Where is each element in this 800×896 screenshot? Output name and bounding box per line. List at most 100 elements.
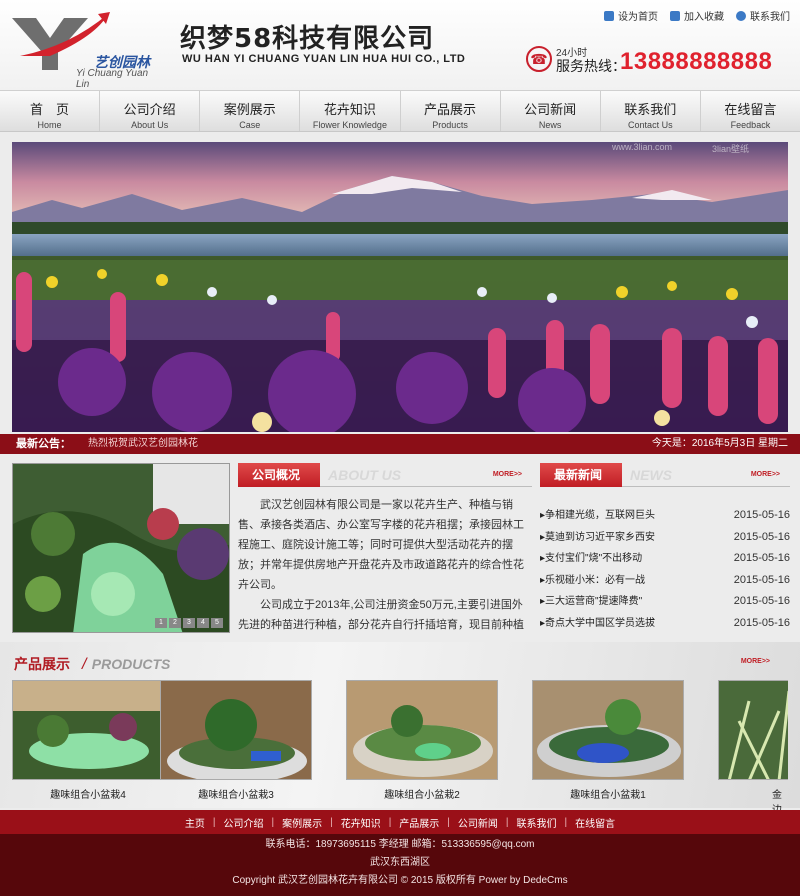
nav-label-en: Feedback [730,120,771,130]
nav-label-cn: 首 页 [30,102,70,117]
pager-dot[interactable]: 1 [155,618,167,628]
footer-copyright: Copyright 武汉艺创园林花卉有限公司 © 2015 版权所有 Power… [232,875,568,886]
nav-label-cn: 联系我们 [624,102,677,117]
nav-case[interactable]: 案例展示 Case [200,91,301,131]
home-icon [604,10,614,21]
nav-feedback[interactable]: 在线留言 Feedback [701,91,800,131]
news-item-date: 2015-05-16 [733,552,790,564]
nav-label-cn: 案例展示 [223,102,276,117]
product-name: 趣味组合小盆栽2 [384,790,460,801]
banner-watermark: 3lian壁纸 [712,144,750,154]
news-item[interactable]: ▸争相建光缆，互联网巨头 2015-05-16 [540,505,790,527]
products-ghost-title: PRODUCTS [91,656,171,672]
hotline-label: 服务热线： [556,58,626,74]
news-item-date: 2015-05-16 [733,616,790,629]
product-card[interactable]: 趣味组合小盆栽4 [12,680,164,801]
nav-label-en: Products [432,120,468,130]
feature-photo[interactable]: 1 2 3 4 5 [12,463,230,633]
products-more-link[interactable]: MORE>> [741,658,770,665]
footer-nav: 主页 | 公司介绍 | 案例展示 | 花卉知识 | 产品展示 | 公司新闻 | 联系我们 | … [0,810,800,834]
news-item-date: 2015-05-16 [733,595,790,607]
about-more-link[interactable]: MORE>> [493,471,522,478]
photo-pager: 1 2 3 4 5 [155,618,223,628]
about-paragraph: 公司成立于2013年,公司注册资金50万元,主要引进国外先进的种苗进行种植，部分… [238,599,524,631]
product-image [532,680,684,780]
news-title: 最新新闻 [540,463,622,487]
news-item[interactable]: ▸支付宝们"烧"不出移动 2015-05-16 [540,548,790,570]
product-card[interactable]: 趣味组合小盆栽1 [532,680,684,801]
nav-products[interactable]: 产品展示 Products [401,91,501,131]
product-card[interactable]: 趣味组合小盆栽3 [160,680,312,801]
footer-link-home[interactable]: 主页 [177,815,213,830]
news-more-link[interactable]: MORE>> [751,471,780,478]
top-links: 设为首页 加入收藏 联系我们 [604,8,790,23]
news-item-title: ▸支付宝们"烧"不出移动 [540,553,643,564]
nav-news[interactable]: 公司新闻 News [501,91,601,131]
news-header: 最新新闻 NEWS MORE>> [540,463,790,487]
about-title: 公司概况 [238,463,320,487]
product-name: 趣味组合小盆栽4 [50,790,126,801]
logo[interactable]: 艺创园林 Yi Chuang Yuan Lin [10,12,160,90]
about-section: 公司概况 ABOUT US MORE>> 武汉艺创园林有限公司是一家以花卉生产、… [238,463,532,633]
hotline-number: 13888888888 [620,48,773,75]
news-item-title: ▸争相建光缆，互联网巨头 [540,510,656,521]
pager-dot[interactable]: 5 [211,618,223,628]
footer-link-about[interactable]: 公司介绍 [215,815,271,830]
nav-label-cn: 产品展示 [424,102,477,117]
footer-link-knowledge[interactable]: 花卉知识 [333,815,389,830]
products-section: 产品展示 / PRODUCTS MORE>> 趣味组合小盆栽4 趣味组合小盆栽3 … [0,642,800,816]
main-nav: 首 页 Home 公司介绍 About Us 案例展示 Case 花卉知识 Flower… [0,90,800,132]
product-name: 趣味组合小盆栽3 [198,790,274,801]
news-item[interactable]: ▸乐视碰小米：必有一战 2015-05-16 [540,570,790,592]
bookmark-icon [670,10,680,21]
footer-link-news[interactable]: 公司新闻 [450,815,506,830]
pager-dot[interactable]: 2 [169,618,181,628]
footer: 联系电话：18973695115 李经理 邮箱：513336595@qq.com… [0,834,800,896]
products-title: 产品展示 [14,656,70,672]
footer-link-feedback[interactable]: 在线留言 [567,815,623,830]
news-item[interactable]: ▸莫迪到访习近平家乡西安 2015-05-16 [540,527,790,549]
nav-label-cn: 公司介绍 [123,102,176,117]
pager-dot[interactable]: 4 [197,618,209,628]
nav-label-en: News [538,120,562,130]
footer-link-case[interactable]: 案例展示 [274,815,330,830]
nav-label-cn: 在线留言 [724,102,777,117]
pager-dot[interactable]: 3 [183,618,195,628]
news-item[interactable]: ▸三大运营商"提速降费" 2015-05-16 [540,591,790,613]
add-favorite-link[interactable]: 加入收藏 [670,8,724,23]
notice-marquee[interactable]: 热烈祝贺武汉艺创园林花 [88,434,198,454]
product-name: 趣味组合小盆栽1 [570,790,646,801]
hero-banner[interactable]: www.3lian.com 3lian壁纸 [12,142,788,432]
news-item-title: ▸莫迪到访习近平家乡西安 [540,531,656,543]
bonsai-photo [13,464,229,632]
about-header: 公司概况 ABOUT US MORE>> [238,463,532,487]
logo-text-en: Yi Chuang Yuan Lin [76,68,149,90]
news-item[interactable]: ▸奇点大学中国区学员选拔 2015-05-16 [540,613,790,635]
footer-link-products[interactable]: 产品展示 [391,815,447,830]
nav-about[interactable]: 公司介绍 About Us [100,91,201,131]
company-name-en: WU HAN YI CHUANG YUAN LIN HUA HUI CO., L… [182,53,466,65]
nav-home[interactable]: 首 页 Home [0,91,101,131]
news-item-title: ▸三大运营商"提速降费" [540,596,643,607]
contact-link[interactable]: 联系我们 [736,8,790,23]
footer-address: 武汉东西湖区 [370,857,430,868]
news-ghost-title: NEWS [630,467,672,483]
nav-label-en: Flower Knowledge [312,120,387,130]
add-favorite-label: 加入收藏 [684,12,724,23]
product-card[interactable]: 趣味组合小盆栽2 [346,680,498,801]
about-ghost-title: ABOUT US [328,467,402,483]
flower-field-landscape [12,142,788,432]
nav-label-cn: 花卉知识 [323,102,376,117]
nav-contact[interactable]: 联系我们 Contact Us [601,91,701,131]
products-header: 产品展示 / PRODUCTS [14,654,170,674]
product-card[interactable]: 金边 [718,680,788,816]
set-homepage-link[interactable]: 设为首页 [604,8,658,23]
footer-link-contact[interactable]: 联系我们 [509,815,565,830]
contact-icon [736,10,746,21]
nav-flower-knowledge[interactable]: 花卉知识 Flower Knowledge [300,91,401,131]
hotline: ☎ 24小时 服务热线： 13888888888 [526,44,796,80]
about-paragraph: 武汉艺创园林有限公司是一家以花卉生产、种植与销售、承接各类酒店、办公室写字楼的花… [238,499,524,591]
set-homepage-label: 设为首页 [618,12,658,23]
product-image [12,680,164,780]
nav-label-en: Case [239,120,261,130]
